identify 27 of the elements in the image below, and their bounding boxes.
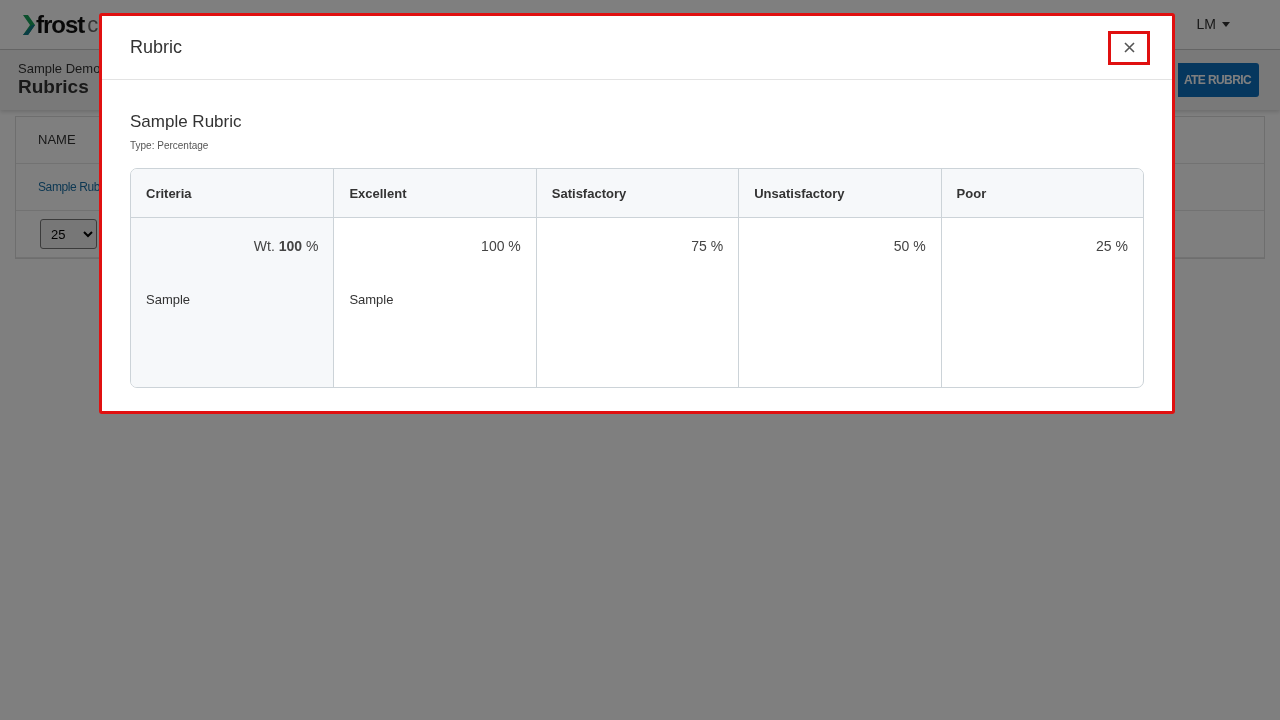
column-header: Satisfactory	[535, 169, 739, 219]
user-menu[interactable]: LM	[1196, 14, 1230, 35]
criterion-name: Sample	[146, 291, 192, 310]
column-header: Unsatisfactory	[738, 169, 941, 219]
caret-icon	[1222, 22, 1230, 27]
column-header: Poor	[940, 169, 1143, 219]
column-header: Excellent	[333, 169, 536, 219]
page-title: Rubrics	[18, 76, 90, 98]
create-rubric-button[interactable]: ATE RUBRIC	[1177, 63, 1259, 97]
logo-text: frost	[36, 12, 85, 37]
logo-text: c	[87, 13, 99, 36]
page-size-select[interactable]: 25	[40, 219, 97, 249]
level-score: 50 %	[893, 237, 926, 257]
logo-chevron-icon	[22, 12, 36, 37]
column-header: Criteria	[131, 169, 334, 219]
dialog-title: Rubric	[130, 36, 182, 59]
close-button[interactable]	[1108, 30, 1150, 65]
level-description: Sample	[349, 291, 395, 310]
level-score: 100 %	[481, 237, 521, 257]
weight-text: Wt. 100 %	[253, 237, 319, 257]
breadcrumb-text: Sample Demo	[18, 62, 101, 77]
rubric-name: Sample Rubric	[130, 112, 243, 133]
rubric-type: Type: Percentage	[130, 139, 210, 154]
column-header: NAME	[38, 131, 76, 150]
level-score: 25 %	[1096, 237, 1128, 257]
close-icon	[1123, 42, 1135, 53]
level-score: 75 %	[691, 237, 724, 257]
